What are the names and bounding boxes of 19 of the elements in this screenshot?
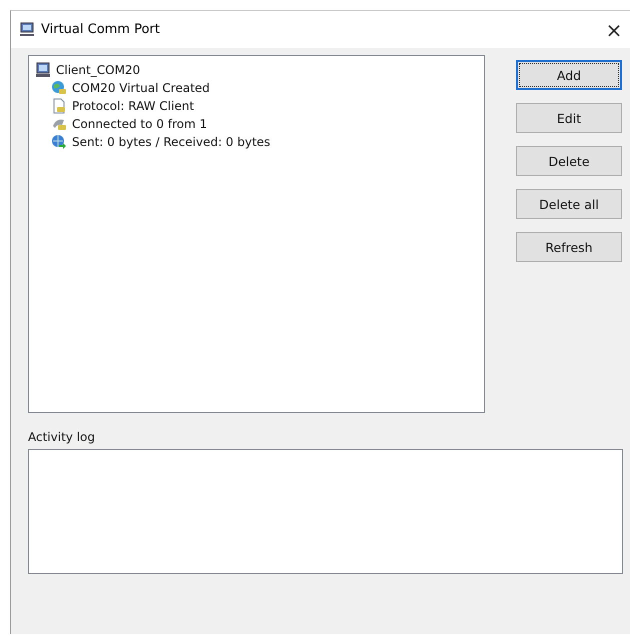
action-button[interactable]: Delete all: [516, 189, 622, 219]
tree-item[interactable]: Sent: 0 bytes / Received: 0 bytes: [72, 135, 270, 149]
computer-icon: [19, 22, 35, 38]
action-button[interactable]: Delete: [516, 146, 622, 176]
window-title: Virtual Comm Port: [41, 22, 161, 37]
activity-log-field[interactable]: [28, 449, 623, 574]
tree-item[interactable]: Connected to 0 from 1: [72, 117, 208, 131]
close-button[interactable]: ×: [598, 18, 630, 42]
action-button[interactable]: Refresh: [516, 232, 622, 262]
tree-item[interactable]: COM20 Virtual Created: [72, 81, 210, 95]
action-button[interactable]: Edit: [516, 103, 622, 133]
globe-icon: [51, 134, 67, 150]
tree-item[interactable]: Client_COM20: [56, 63, 140, 77]
tree-item[interactable]: Protocol: RAW Client: [72, 99, 194, 113]
action-button[interactable]: Add: [516, 60, 622, 90]
log-label: Activity log: [28, 430, 96, 444]
computer-icon: [35, 62, 51, 78]
document-icon: [51, 98, 67, 114]
globe-icon: [51, 80, 67, 96]
